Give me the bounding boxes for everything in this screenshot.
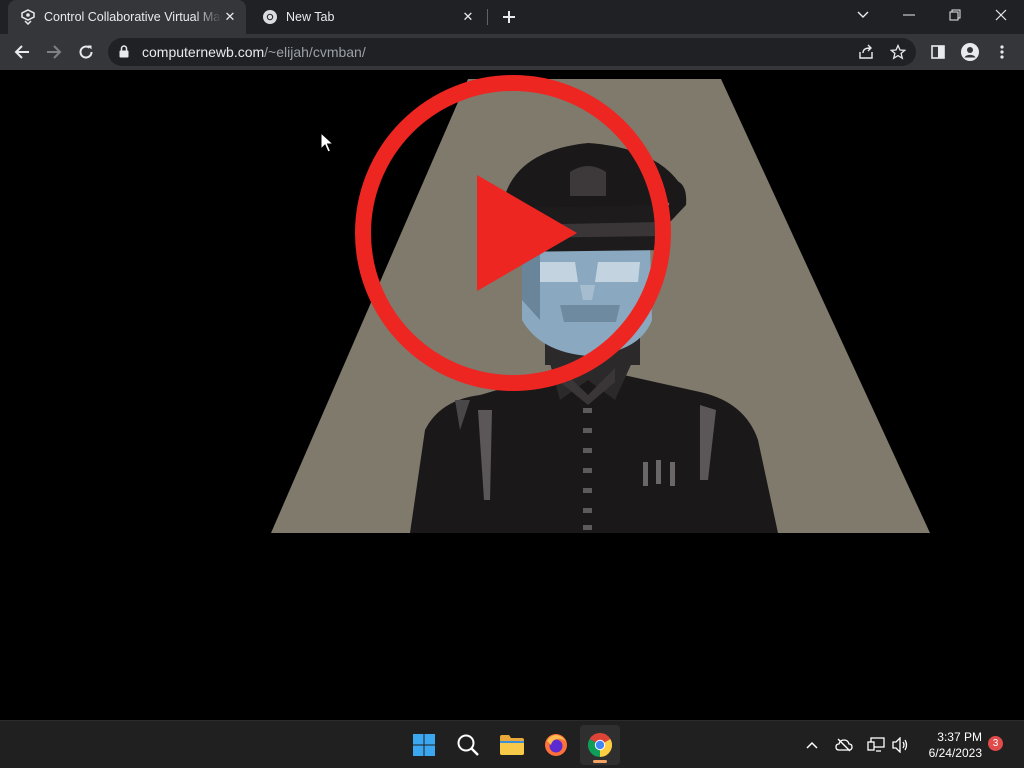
volume-tray-button[interactable]: [890, 735, 910, 755]
url-path: /~elijah/cvmban/: [264, 44, 366, 60]
back-button[interactable]: [8, 38, 36, 66]
video-thumbnail[interactable]: [0, 71, 1024, 720]
close-window-button[interactable]: [978, 0, 1024, 30]
clock-time: 3:37 PM: [937, 730, 982, 744]
profile-button[interactable]: [956, 38, 984, 66]
close-tab-icon[interactable]: ✕: [460, 9, 476, 25]
network-tray-button[interactable]: [866, 735, 886, 755]
tab-title: Control Collaborative Virtual Mac: [44, 10, 222, 24]
restore-icon: [949, 9, 961, 21]
firefox-icon: [545, 734, 567, 756]
network-icon: [867, 737, 885, 752]
show-hidden-icons-button[interactable]: [802, 735, 822, 755]
tab-strip: Control Collaborative Virtual Mac ✕ New …: [0, 0, 1024, 34]
taskbar-firefox[interactable]: [536, 725, 576, 765]
share-icon[interactable]: [856, 42, 876, 62]
taskbar-search-button[interactable]: [448, 725, 488, 765]
plus-icon: [503, 11, 515, 23]
taskbar-file-explorer[interactable]: [492, 725, 532, 765]
reload-icon: [79, 45, 93, 59]
tab-search-button[interactable]: [840, 0, 886, 30]
close-icon: [995, 9, 1007, 21]
url-host: computernewb.com: [142, 44, 265, 60]
arrow-left-icon: [14, 45, 29, 59]
minimize-button[interactable]: [886, 0, 932, 30]
close-tab-icon[interactable]: ✕: [222, 9, 238, 25]
address-bar[interactable]: computernewb.com/~elijah/cvmban/: [108, 38, 916, 66]
cloud-offline-icon: [835, 738, 853, 752]
notification-badge[interactable]: 3: [988, 736, 1003, 751]
url-text: computernewb.com/~elijah/cvmban/: [142, 44, 366, 60]
clock-date: 6/24/2023: [928, 746, 982, 760]
system-clock[interactable]: 3:37 PM 6/24/2023: [929, 729, 982, 761]
active-app-indicator: [593, 760, 607, 763]
profile-icon: [961, 43, 979, 61]
tab-title: New Tab: [286, 10, 335, 24]
forward-button[interactable]: [40, 38, 68, 66]
chrome-icon: [588, 733, 612, 757]
browser-toolbar: computernewb.com/~elijah/cvmban/: [0, 34, 1024, 70]
reload-button[interactable]: [72, 38, 100, 66]
new-tab-button[interactable]: [498, 6, 520, 28]
tab-new-tab[interactable]: New Tab ✕: [250, 0, 484, 34]
file-explorer-icon: [500, 735, 524, 755]
cvm-favicon-icon: [20, 9, 36, 25]
tab-separator: [487, 9, 488, 25]
speaker-icon: [892, 737, 908, 753]
menu-button[interactable]: [988, 38, 1016, 66]
windows-start-icon: [413, 734, 435, 756]
restore-button[interactable]: [932, 0, 978, 30]
tab-control-collaborative-virtual-machine[interactable]: Control Collaborative Virtual Mac ✕: [8, 0, 246, 34]
taskbar: 3:37 PM 6/24/2023: [0, 720, 1024, 768]
start-button[interactable]: [404, 725, 444, 765]
page-content: [0, 71, 1024, 720]
side-panel-button[interactable]: [924, 38, 952, 66]
bookmark-star-icon[interactable]: [888, 42, 908, 62]
taskbar-chrome[interactable]: [580, 725, 620, 765]
search-icon: [457, 734, 479, 756]
arrow-right-icon: [47, 45, 62, 59]
chevron-up-icon: [806, 741, 818, 749]
mouse-cursor-icon: [320, 132, 334, 153]
side-panel-icon: [931, 45, 945, 59]
chevron-down-icon: [857, 11, 869, 18]
minimize-icon: [903, 14, 915, 16]
lock-icon[interactable]: [119, 45, 129, 63]
chrome-icon: [262, 9, 278, 25]
kebab-menu-icon: [1000, 45, 1004, 59]
onedrive-tray-button[interactable]: [834, 735, 854, 755]
